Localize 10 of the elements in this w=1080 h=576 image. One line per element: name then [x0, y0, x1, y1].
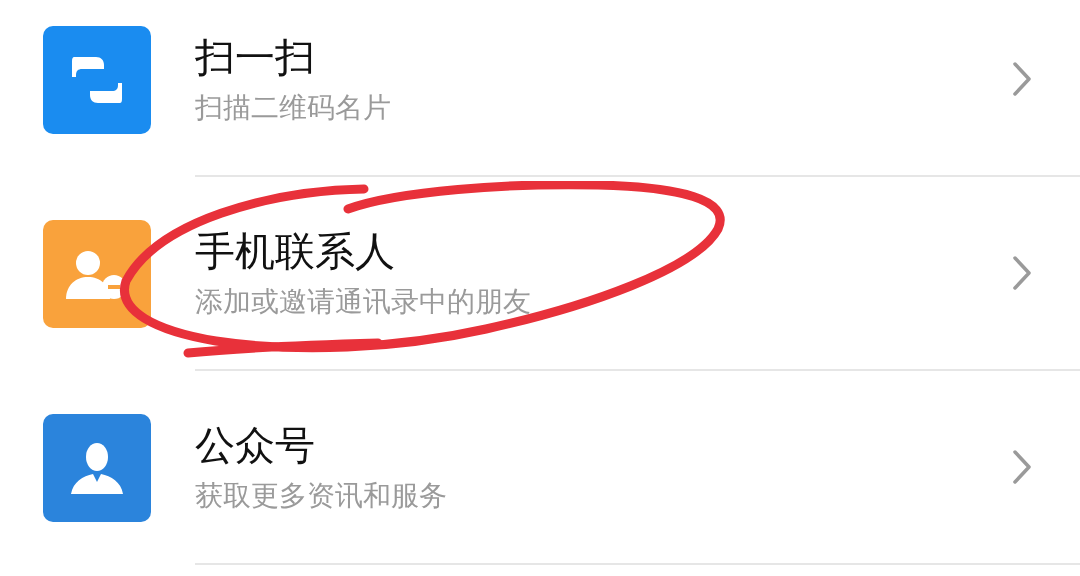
person-icon [68, 440, 125, 496]
item-title[interactable]: 公众号 [195, 420, 1012, 470]
item-subtitle: 添加或邀请通讯录中的朋友 [195, 284, 532, 320]
chevron-right-icon[interactable] [1012, 255, 1032, 291]
item-subtitle: 获取更多资讯和服务 [195, 478, 448, 514]
chevron-right-icon[interactable] [1012, 61, 1032, 97]
item-subtitle: 扫描二维码名片 [195, 90, 392, 126]
item-title[interactable]: 手机联系人 [195, 226, 1012, 276]
chevron-right-icon[interactable] [1012, 449, 1032, 485]
item-title[interactable]: 扫一扫 [195, 32, 1012, 82]
